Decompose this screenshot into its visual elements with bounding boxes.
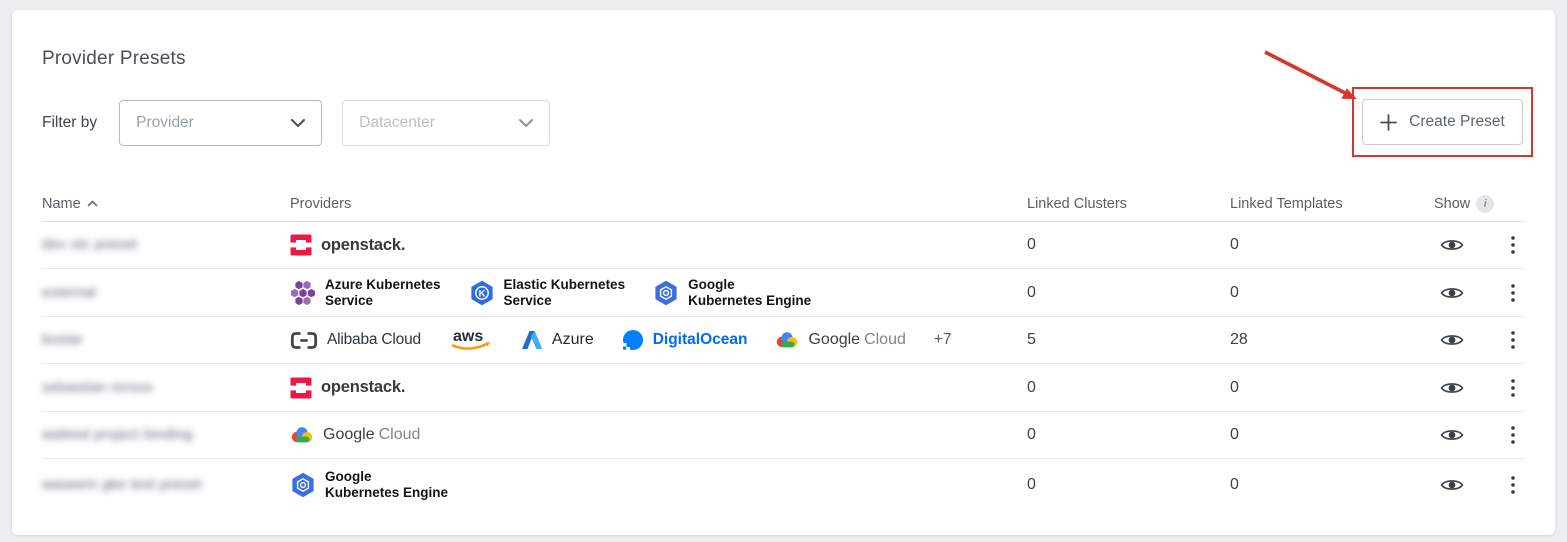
- eye-icon: [1440, 427, 1464, 443]
- linked-clusters-value: 0: [1027, 426, 1230, 444]
- create-preset-button[interactable]: Create Preset: [1362, 99, 1523, 145]
- openstack-icon: [290, 377, 312, 399]
- provider-filter-select[interactable]: Provider: [119, 100, 322, 146]
- gke-icon: [290, 472, 316, 498]
- provider-google-kubernetes-engine: GoogleKubernetes Engine: [653, 277, 811, 309]
- table-row: kostar Alibaba Cloud aws: [42, 317, 1525, 364]
- preset-name-blurred: waseem gke test preset: [42, 476, 290, 494]
- preset-name-blurred: waleed project binding: [42, 426, 290, 444]
- row-actions-menu-button[interactable]: [1507, 280, 1519, 306]
- eye-icon: [1440, 332, 1464, 348]
- linked-clusters-value: 0: [1027, 379, 1230, 397]
- table-row: external: [42, 269, 1525, 317]
- column-header-name[interactable]: Name: [42, 196, 290, 212]
- column-header-show: Show i: [1434, 195, 1525, 213]
- show-preset-button[interactable]: [1436, 233, 1468, 257]
- row-actions-menu-button[interactable]: [1507, 472, 1519, 498]
- row-actions-menu-button[interactable]: [1507, 422, 1519, 448]
- aws-icon: aws: [449, 326, 493, 354]
- table-header-row: Name Providers Linked Clusters Linked Te…: [42, 186, 1525, 222]
- linked-templates-value: 0: [1230, 284, 1434, 302]
- column-header-linked-clusters: Linked Clusters: [1027, 196, 1230, 212]
- chevron-down-icon: [519, 119, 533, 127]
- eks-icon: K: [469, 280, 495, 306]
- linked-templates-value: 0: [1230, 476, 1434, 494]
- kebab-menu-icon: [1511, 284, 1515, 302]
- datacenter-filter-placeholder: Datacenter: [359, 114, 435, 132]
- column-header-providers: Providers: [290, 196, 1027, 212]
- kebab-menu-icon: [1511, 426, 1515, 444]
- linked-clusters-value: 0: [1027, 236, 1230, 254]
- table-row: waseem gke test preset GoogleKubernetes …: [42, 459, 1525, 511]
- linked-clusters-value: 0: [1027, 284, 1230, 302]
- provider-digitalocean: DigitalOcean: [622, 329, 748, 351]
- eye-icon: [1440, 237, 1464, 253]
- page-title: Provider Presets: [42, 10, 1525, 70]
- gke-icon: [653, 280, 679, 306]
- preset-name-blurred: sebastian mroos: [42, 379, 290, 397]
- google-cloud-icon: [290, 425, 314, 445]
- sort-ascending-icon: [87, 200, 98, 207]
- kebab-menu-icon: [1511, 476, 1515, 494]
- provider-google-kubernetes-engine: GoogleKubernetes Engine: [290, 469, 448, 501]
- eye-icon: [1440, 285, 1464, 301]
- kebab-menu-icon: [1511, 236, 1515, 254]
- digitalocean-icon: [622, 329, 644, 351]
- provider-google-cloud: GoogleCloud: [775, 330, 905, 350]
- google-cloud-icon: [775, 330, 799, 350]
- preset-name-blurred: dev otc preset: [42, 236, 290, 254]
- alibaba-cloud-icon: [290, 331, 318, 350]
- linked-clusters-value: 0: [1027, 476, 1230, 494]
- provider-openstack: openstack.: [290, 377, 405, 399]
- show-preset-button[interactable]: [1436, 376, 1468, 400]
- table-row: waleed project binding GoogleCloud: [42, 412, 1525, 459]
- filter-bar: Filter by Provider Datacenter: [42, 100, 1525, 146]
- linked-templates-value: 0: [1230, 379, 1434, 397]
- datacenter-filter-select[interactable]: Datacenter: [342, 100, 550, 146]
- linked-templates-value: 0: [1230, 236, 1434, 254]
- linked-templates-value: 28: [1230, 331, 1434, 349]
- provider-alibaba-cloud: Alibaba Cloud: [290, 331, 421, 350]
- show-preset-button[interactable]: [1436, 328, 1468, 352]
- provider-azure-kubernetes-service: Azure KubernetesService: [290, 277, 441, 309]
- create-preset-label: Create Preset: [1409, 113, 1505, 131]
- provider-filter-placeholder: Provider: [136, 114, 194, 132]
- provider-azure: Azure: [521, 330, 594, 350]
- azure-icon: [521, 330, 543, 350]
- svg-text:aws: aws: [453, 328, 483, 345]
- provider-elastic-kubernetes-service: K Elastic KubernetesService: [469, 277, 626, 309]
- show-preset-button[interactable]: [1436, 423, 1468, 447]
- svg-text:K: K: [478, 288, 485, 299]
- eye-icon: [1440, 380, 1464, 396]
- preset-name-blurred: external: [42, 284, 290, 302]
- table-row: dev otc preset openstack. 0: [42, 222, 1525, 269]
- linked-clusters-value: 5: [1027, 331, 1230, 349]
- openstack-icon: [290, 234, 312, 256]
- row-actions-menu-button[interactable]: [1507, 375, 1519, 401]
- provider-google-cloud: GoogleCloud: [290, 425, 420, 445]
- row-actions-menu-button[interactable]: [1507, 232, 1519, 258]
- plus-icon: [1380, 114, 1397, 131]
- preset-name-blurred: kostar: [42, 331, 290, 349]
- table-row: sebastian mroos openstack. 0 0: [42, 364, 1525, 412]
- column-header-linked-templates: Linked Templates: [1230, 196, 1434, 212]
- aks-icon: [290, 280, 316, 306]
- eye-icon: [1440, 477, 1464, 493]
- provider-aws: aws: [449, 326, 493, 354]
- row-actions-menu-button[interactable]: [1507, 327, 1519, 353]
- kebab-menu-icon: [1511, 331, 1515, 349]
- show-preset-button[interactable]: [1436, 281, 1468, 305]
- linked-templates-value: 0: [1230, 426, 1434, 444]
- more-providers-badge[interactable]: +7: [934, 331, 952, 349]
- chevron-down-icon: [291, 119, 305, 127]
- info-icon[interactable]: i: [1476, 195, 1494, 213]
- provider-presets-card: Provider Presets Filter by Provider Data…: [12, 10, 1555, 535]
- kebab-menu-icon: [1511, 379, 1515, 397]
- provider-openstack: openstack.: [290, 234, 405, 256]
- filter-by-label: Filter by: [42, 114, 97, 132]
- presets-table: Name Providers Linked Clusters Linked Te…: [42, 186, 1525, 511]
- show-preset-button[interactable]: [1436, 473, 1468, 497]
